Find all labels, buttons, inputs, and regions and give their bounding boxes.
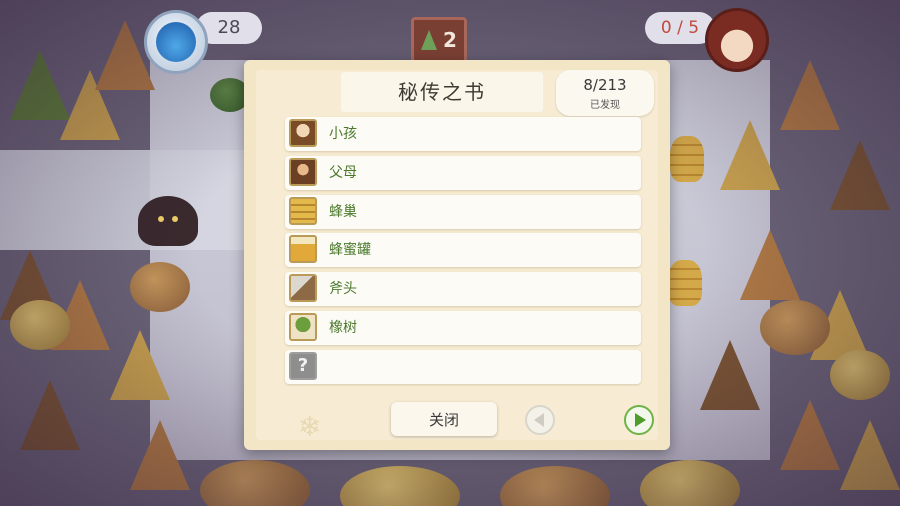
list-item[interactable]: 父母 [285, 155, 641, 190]
honey-jar-icon [289, 235, 317, 264]
oak-tree-icon [289, 312, 317, 341]
entry-label: 小孩 [329, 126, 357, 142]
level-number: 2 [443, 28, 457, 52]
entry-label: 父母 [329, 164, 357, 181]
snowflake-icon: ❄ [298, 410, 322, 443]
blue-flame-icon[interactable] [144, 10, 208, 74]
list-item[interactable]: 橡树 [285, 310, 641, 345]
arrow-left-icon [534, 413, 544, 427]
character-avatar[interactable] [705, 8, 769, 72]
secret-book-panel: 秘传之书 8/213 已发现 小孩 父母 蜂巢 蜂蜜罐 斧头 橡树 ? ❄ 关闭 [244, 60, 670, 450]
discovered-counter: 8/213 已发现 [556, 70, 654, 116]
list-item[interactable]: 小孩 [285, 117, 641, 151]
parents-icon [289, 157, 317, 186]
discovered-count: 8/213 [583, 76, 627, 94]
unknown-question-icon: ? [289, 351, 317, 380]
list-item[interactable]: 蜂巢 [285, 194, 641, 229]
discovered-label: 已发现 [590, 100, 620, 111]
arrow-right-icon [635, 413, 646, 427]
list-item[interactable]: 斧头 [285, 272, 641, 307]
entry-list: 小孩 父母 蜂巢 蜂蜜罐 斧头 橡树 ? [285, 117, 641, 389]
entry-label: 蜂蜜罐 [329, 242, 371, 259]
entry-label: 橡树 [329, 319, 357, 336]
next-page-button[interactable] [624, 405, 654, 435]
close-button[interactable]: 关闭 [391, 402, 497, 436]
previous-page-button[interactable] [525, 405, 555, 435]
panel-title: 秘传之书 [341, 72, 543, 112]
level-card[interactable]: 2 [411, 17, 467, 63]
entry-label: 蜂巢 [329, 203, 357, 220]
beehive-icon [289, 196, 317, 225]
axe-icon [289, 274, 317, 303]
list-item[interactable]: 蜂蜜罐 [285, 233, 641, 268]
entry-label: 斧头 [329, 281, 357, 298]
tree-icon [421, 30, 438, 50]
child-icon [289, 119, 317, 147]
list-item[interactable]: ? [285, 349, 641, 384]
